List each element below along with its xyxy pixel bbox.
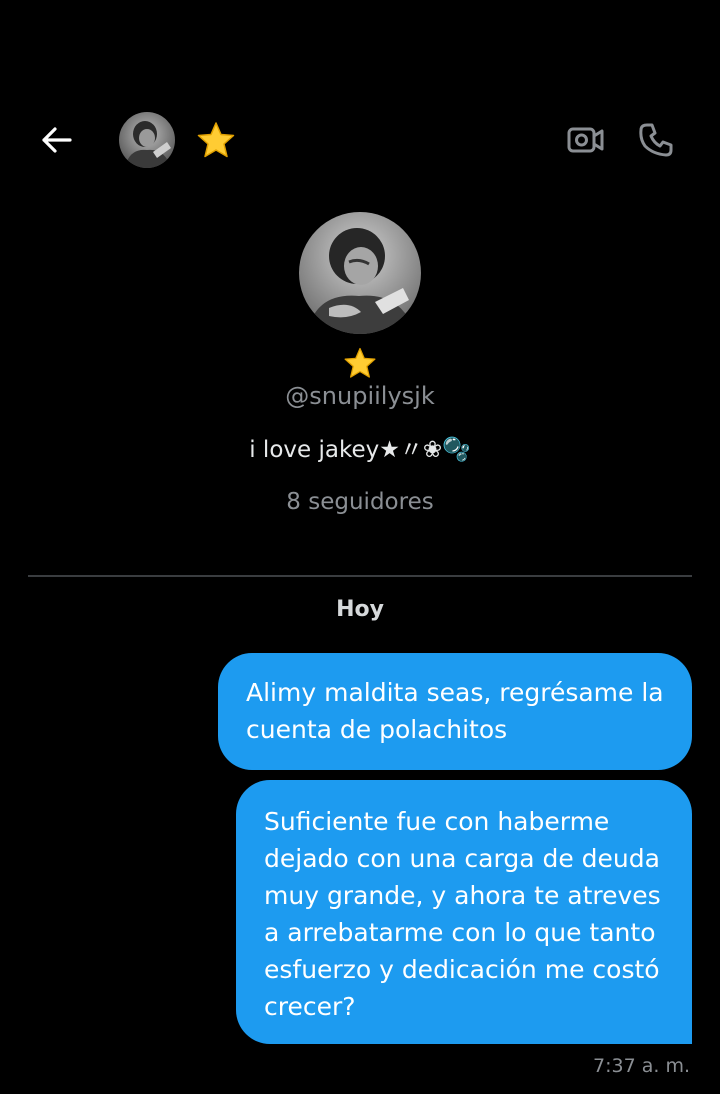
- profile-summary: @snupiilysjk i love jakey★〃❀🫧 8 seguidor…: [0, 212, 720, 518]
- profile-avatar[interactable]: [299, 212, 421, 334]
- message-bubble[interactable]: Suficiente fue con haberme dejado con un…: [236, 780, 692, 1044]
- followers-count[interactable]: 8 seguidores: [0, 486, 720, 518]
- arrow-left-icon: [42, 127, 72, 153]
- message-text: Suficiente fue con haberme dejado con un…: [264, 807, 661, 1021]
- video-call-button[interactable]: [562, 118, 610, 162]
- star-icon: [343, 346, 377, 380]
- message-bubble[interactable]: Alimy maldita seas, regrésame la cuenta …: [218, 653, 692, 770]
- voice-call-button[interactable]: [632, 116, 680, 164]
- divider: [28, 575, 692, 577]
- back-button[interactable]: [32, 118, 80, 162]
- header-avatar[interactable]: [119, 112, 175, 168]
- phone-icon: [639, 123, 673, 157]
- profile-bio: i love jakey★〃❀🫧: [249, 437, 471, 463]
- conversation-header: [0, 100, 720, 180]
- message-text: Alimy maldita seas, regrésame la cuenta …: [246, 678, 664, 744]
- profile-handle[interactable]: @snupiilysjk: [0, 380, 720, 412]
- video-camera-icon: [567, 127, 604, 153]
- star-icon: [196, 120, 236, 160]
- date-separator: Hoy: [336, 597, 384, 622]
- message-timestamp: 7:37 a. m.: [593, 1055, 690, 1077]
